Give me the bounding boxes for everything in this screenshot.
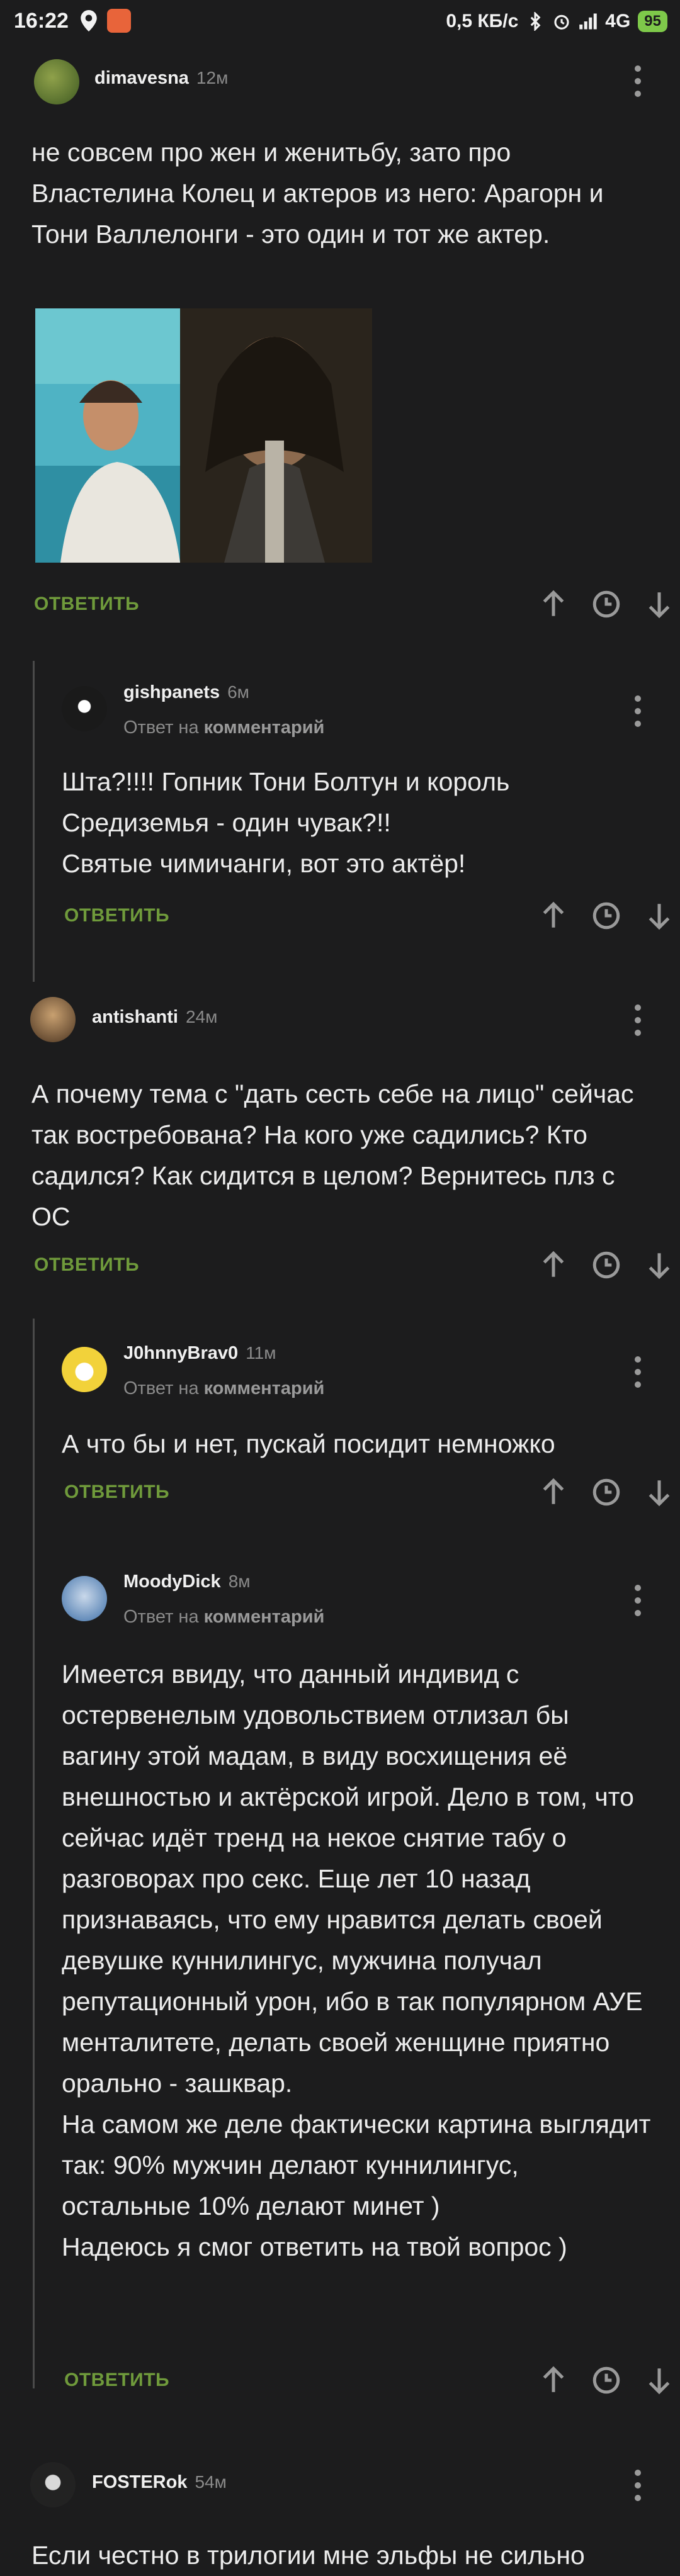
reply-thread-line: [33, 1319, 35, 2388]
clock-icon[interactable]: [591, 1249, 622, 1281]
clock-icon[interactable]: [591, 588, 622, 620]
comment-text: Шта?!!!! Гопник Тони Болтун и король Сре…: [62, 767, 510, 878]
reply-to-link[interactable]: комментарий: [204, 717, 325, 738]
upvote-arrow-icon[interactable]: [538, 900, 569, 931]
clock-icon[interactable]: [591, 900, 622, 931]
comment-text: А почему тема с "дать сесть себе на лицо…: [31, 1079, 634, 1231]
reply-to-line: Ответ на комментарий: [123, 717, 324, 738]
comment-time: 24м: [185, 1007, 218, 1026]
comment-actions: ОТВЕТИТЬ: [64, 900, 670, 938]
comment-text: Если честно в трилогии мне эльфы не силь…: [31, 2541, 585, 2570]
status-right: 0,5 КБ/с 4G 95: [446, 9, 667, 34]
avatar[interactable]: [62, 686, 107, 731]
comment-actions: ОТВЕТИТЬ: [64, 2365, 670, 2402]
avatar[interactable]: [30, 997, 76, 1042]
upvote-arrow-icon[interactable]: [538, 1249, 569, 1281]
signal-icon: [579, 13, 598, 30]
reply-to-link[interactable]: комментарий: [204, 1607, 325, 1627]
reply-to-prefix: Ответ на: [123, 717, 199, 738]
comment-text: А что бы и нет, пускай посидит немножко: [62, 1429, 555, 1458]
comment-time: 6м: [227, 682, 249, 702]
comment-text: не совсем про жен и женитьбу, зато про В…: [31, 138, 604, 249]
comment-author[interactable]: FOSTERok 54м: [92, 2472, 227, 2493]
comment-actions: ОТВЕТИТЬ: [34, 588, 670, 626]
comment-time: 54м: [195, 2472, 227, 2492]
reply-to-line: Ответ на комментарий: [123, 1378, 324, 1399]
status-time: 16:22: [14, 9, 69, 33]
location-icon: [81, 10, 97, 31]
more-menu-icon[interactable]: [635, 1004, 642, 1038]
author-name[interactable]: J0hnnyBrav0: [123, 1343, 238, 1363]
reply-to-line: Ответ на комментарий: [123, 1607, 324, 1628]
comment-author[interactable]: J0hnnyBrav0 11м: [123, 1343, 276, 1364]
battery-indicator: 95: [638, 11, 667, 32]
avatar[interactable]: [62, 1576, 107, 1621]
reply-button[interactable]: ОТВЕТИТЬ: [64, 2370, 169, 2391]
reply-to-link[interactable]: комментарий: [204, 1378, 325, 1398]
avatar[interactable]: [62, 1347, 107, 1392]
app-notification-icon: [107, 9, 131, 33]
comment-actions: ОТВЕТИТЬ: [34, 1249, 670, 1287]
actor-photo-collage: [35, 308, 372, 563]
vote-controls: [538, 1476, 675, 1508]
more-menu-icon[interactable]: [635, 1356, 642, 1390]
vote-controls: [538, 1249, 675, 1281]
reply-button[interactable]: ОТВЕТИТЬ: [64, 905, 169, 926]
upvote-arrow-icon[interactable]: [538, 1476, 569, 1508]
clock-icon[interactable]: [591, 2365, 622, 2396]
downvote-arrow-icon[interactable]: [643, 1476, 675, 1508]
avatar[interactable]: [30, 2462, 76, 2507]
downvote-arrow-icon[interactable]: [643, 2365, 675, 2396]
author-name[interactable]: antishanti: [92, 1007, 178, 1027]
comment-actions: ОТВЕТИТЬ: [64, 1476, 670, 1514]
downvote-arrow-icon[interactable]: [643, 588, 675, 620]
upvote-arrow-icon[interactable]: [538, 2365, 569, 2396]
comment-author[interactable]: antishanti 24м: [92, 1007, 217, 1028]
author-name[interactable]: FOSTERok: [92, 2472, 187, 2492]
reply-button[interactable]: ОТВЕТИТЬ: [34, 1254, 139, 1276]
downvote-arrow-icon[interactable]: [643, 1249, 675, 1281]
upvote-arrow-icon[interactable]: [538, 588, 569, 620]
author-name[interactable]: MoodyDick: [123, 1572, 221, 1592]
bluetooth-icon: [530, 12, 541, 31]
reply-to-prefix: Ответ на: [123, 1607, 199, 1627]
author-name[interactable]: dimavesna: [94, 68, 189, 88]
reply-thread-line: [33, 661, 35, 982]
status-bar: 16:22 0,5 КБ/с 4G 95: [0, 0, 680, 45]
more-menu-icon[interactable]: [635, 2470, 642, 2504]
comment-time: 12м: [196, 68, 229, 87]
more-menu-icon[interactable]: [635, 695, 642, 729]
comment-time: 8м: [228, 1572, 251, 1591]
comment-text: Имеется ввиду, что данный индивид с осте…: [62, 1660, 651, 2261]
comment-author[interactable]: MoodyDick 8м: [123, 1572, 251, 1592]
downvote-arrow-icon[interactable]: [643, 900, 675, 931]
more-menu-icon[interactable]: [635, 65, 642, 99]
alarm-icon: [554, 14, 569, 30]
clock-icon[interactable]: [591, 1476, 622, 1508]
comment-author[interactable]: gishpanets 6м: [123, 682, 249, 703]
vote-controls: [538, 588, 675, 620]
vote-controls: [538, 2365, 675, 2396]
network-type: 4G: [605, 11, 631, 31]
reply-button[interactable]: ОТВЕТИТЬ: [34, 593, 139, 615]
vote-controls: [538, 900, 675, 931]
comment-time: 11м: [246, 1343, 276, 1363]
comment-author[interactable]: dimavesna 12м: [94, 68, 228, 89]
comment-image[interactable]: [35, 308, 372, 563]
author-name[interactable]: gishpanets: [123, 682, 220, 702]
avatar[interactable]: [34, 59, 79, 104]
reply-button[interactable]: ОТВЕТИТЬ: [64, 1482, 169, 1503]
network-speed: 0,5 КБ/с: [446, 11, 519, 31]
reply-to-prefix: Ответ на: [123, 1378, 199, 1398]
more-menu-icon[interactable]: [635, 1585, 642, 1619]
